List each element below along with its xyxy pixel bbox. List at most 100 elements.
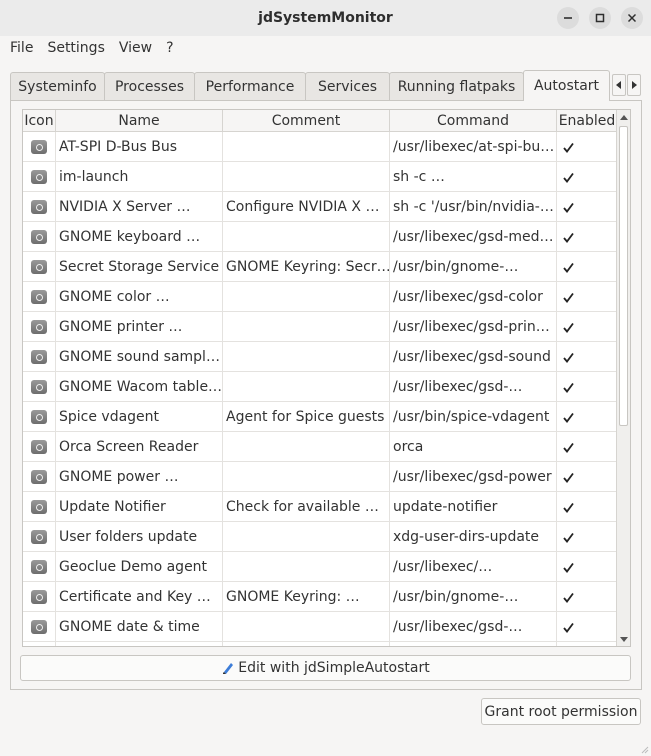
row-name: User folders update [56, 522, 223, 552]
scroll-down-arrow-icon[interactable] [617, 632, 630, 646]
table-row[interactable]: im-launch sh -c … [23, 162, 617, 192]
row-name: GNOME printer … [56, 312, 223, 342]
tab-services[interactable]: Services [305, 72, 390, 100]
table-row[interactable]: Secret Storage Service GNOME Keyring: Sec… [23, 252, 617, 282]
chevron-left-icon [616, 81, 621, 89]
enabled-checkbox[interactable] [562, 351, 575, 364]
maximize-button[interactable] [589, 7, 611, 29]
enabled-checkbox[interactable] [562, 201, 575, 214]
row-name: NVIDIA X Server … [56, 192, 223, 222]
menu-view[interactable]: View [119, 40, 152, 56]
table-row[interactable]: GNOME printer … /usr/libexec/gsd-prin… [23, 312, 617, 342]
enabled-checkbox[interactable] [562, 591, 575, 604]
row-command: sh -c … [390, 162, 557, 192]
app-icon [31, 290, 47, 304]
tab-performance[interactable]: Performance [194, 72, 306, 100]
row-enabled-cell [557, 192, 617, 222]
enabled-checkbox[interactable] [562, 471, 575, 484]
enabled-checkbox[interactable] [562, 141, 575, 154]
table-row[interactable]: GNOME date & time/usr/libexec/gsd-… [23, 612, 617, 642]
row-comment [223, 432, 390, 462]
table-row[interactable]: GNOME keyboard … /usr/libexec/gsd-med… [23, 222, 617, 252]
tab-systeminfo[interactable]: Systeminfo [10, 72, 105, 100]
column-header-comment[interactable]: Comment [223, 110, 390, 132]
app-icon [31, 410, 47, 424]
row-enabled-cell [557, 612, 617, 642]
table-row[interactable]: NVIDIA X Server … Configure NVIDIA X … sh … [23, 192, 617, 222]
edit-autostart-button[interactable]: Edit with jdSimpleAutostart [20, 655, 631, 681]
tab-scroll-right-button[interactable] [627, 74, 641, 96]
column-header-name[interactable]: Name [56, 110, 223, 132]
chevron-right-icon [632, 81, 637, 89]
app-icon [31, 560, 47, 574]
enabled-checkbox[interactable] [562, 501, 575, 514]
row-command: /usr/bin/spice-vdagent [390, 402, 557, 432]
row-command: /usr/libexec/gsd-prin… [390, 312, 557, 342]
tab-running-flatpaks[interactable]: Running flatpaks [389, 72, 524, 100]
row-icon-cell [23, 552, 56, 582]
enabled-checkbox[interactable] [562, 561, 575, 574]
row-enabled-cell [557, 552, 617, 582]
tab-autostart[interactable]: Autostart [523, 70, 610, 101]
enabled-checkbox[interactable] [562, 531, 575, 544]
row-icon-cell [23, 252, 56, 282]
row-command: orca [390, 432, 557, 462]
table-row[interactable]: Orca Screen Reader orca [23, 432, 617, 462]
enabled-checkbox[interactable] [562, 381, 575, 394]
row-command: xdg-user-dirs-update [390, 522, 557, 552]
enabled-checkbox[interactable] [562, 231, 575, 244]
resize-grip-icon[interactable] [639, 744, 649, 754]
row-comment [223, 372, 390, 402]
app-icon [31, 470, 47, 484]
scrollbar-thumb[interactable] [619, 126, 628, 426]
row-icon-cell [23, 432, 56, 462]
row-comment [223, 612, 390, 642]
column-header-enabled[interactable]: Enabled [557, 110, 617, 132]
table-row[interactable]: User folders update xdg-user-dirs-update [23, 522, 617, 552]
vertical-scrollbar[interactable] [616, 110, 630, 646]
table-row[interactable]: AT-SPI D-Bus Bus/usr/libexec/at-spi-bu… [23, 132, 617, 162]
grant-root-permission-button[interactable]: Grant root permission [481, 698, 641, 725]
row-comment [223, 342, 390, 372]
column-header-command[interactable]: Command [390, 110, 557, 132]
table-row[interactable]: Update Notifier Check for available … upda… [23, 492, 617, 522]
enabled-checkbox[interactable] [562, 621, 575, 634]
row-enabled-cell [557, 582, 617, 612]
row-enabled-cell [557, 372, 617, 402]
table-row[interactable]: GNOME power … /usr/libexec/gsd-power [23, 462, 617, 492]
tab-processes[interactable]: Processes [104, 72, 195, 100]
table-row[interactable]: GNOME Wacom table… /usr/libexec/gsd-… [23, 372, 617, 402]
table-row[interactable]: GNOME color … /usr/libexec/gsd-color [23, 282, 617, 312]
table-row[interactable]: Geoclue Demo agent/usr/libexec/… [23, 552, 617, 582]
enabled-checkbox[interactable] [562, 291, 575, 304]
app-icon [31, 320, 47, 334]
row-name: AT-SPI D-Bus Bus [56, 132, 223, 162]
scroll-up-arrow-icon[interactable] [617, 110, 630, 124]
enabled-checkbox[interactable] [562, 411, 575, 424]
row-enabled-cell [557, 282, 617, 312]
row-name: GNOME power … [56, 462, 223, 492]
row-command: /usr/libexec/gsd-med… [390, 222, 557, 252]
enabled-checkbox[interactable] [562, 321, 575, 334]
tab-scroll-left-button[interactable] [612, 74, 626, 96]
close-button[interactable] [621, 7, 643, 29]
table-row[interactable]: Spice vdagent Agent for Spice guests/usr/… [23, 402, 617, 432]
table-row[interactable]: Certificate and Key … GNOME Keyring: …/us… [23, 582, 617, 612]
enabled-checkbox[interactable] [562, 171, 575, 184]
row-icon-cell [23, 402, 56, 432]
minimize-button[interactable] [557, 7, 579, 29]
enabled-checkbox[interactable] [562, 441, 575, 454]
row-icon-cell [23, 312, 56, 342]
app-icon [31, 500, 47, 514]
menu-file[interactable]: File [10, 40, 33, 56]
menu-help[interactable]: ? [166, 40, 173, 56]
row-comment [223, 162, 390, 192]
row-comment: Configure NVIDIA X … [223, 192, 390, 222]
table-row[interactable]: GNOME sound sampl… /usr/libexec/gsd-sound [23, 342, 617, 372]
column-header-icon[interactable]: Icon [23, 110, 56, 132]
row-icon-cell [23, 162, 56, 192]
row-command: /usr/libexec/gsd-… [390, 372, 557, 402]
enabled-checkbox[interactable] [562, 261, 575, 274]
row-enabled-cell [557, 162, 617, 192]
menu-settings[interactable]: Settings [47, 40, 104, 56]
